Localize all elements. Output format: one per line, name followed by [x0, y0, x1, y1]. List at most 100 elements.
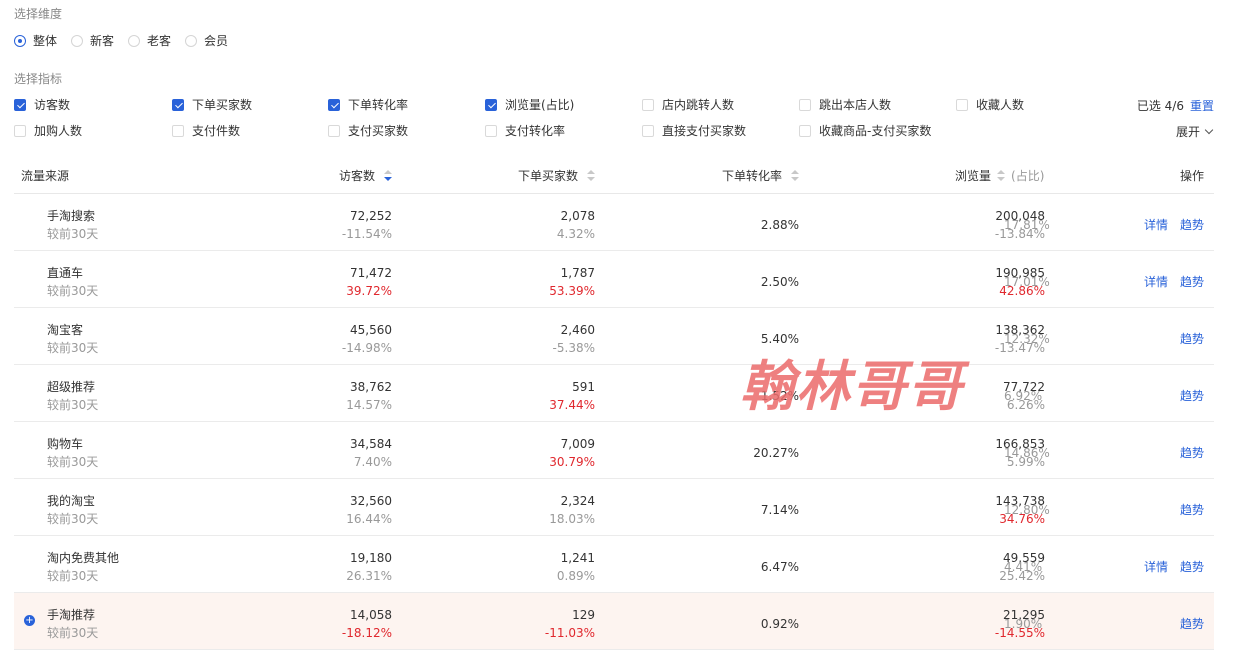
- header-visitors[interactable]: 访客数: [339, 167, 392, 184]
- buyers-change: -11.03%: [544, 626, 595, 640]
- detail-link[interactable]: 详情: [1144, 216, 1168, 233]
- radio-member[interactable]: 会员: [185, 32, 228, 49]
- expand-toggle[interactable]: 展开: [1176, 123, 1214, 140]
- sort-icon[interactable]: [997, 170, 1006, 182]
- source-cell: 购物车 较前30天: [47, 435, 98, 471]
- checkbox-empty-icon: [172, 124, 184, 137]
- source-cell: 直通车较前30天: [47, 264, 98, 300]
- buyers-value: 1,787: [560, 266, 595, 280]
- compare-label: 较前30天: [47, 626, 99, 640]
- checkbox-empty-icon: [799, 124, 811, 137]
- header-conversion[interactable]: 下单转化率: [722, 167, 799, 184]
- checkbox-label: 下单买家数: [192, 98, 253, 112]
- detail-link[interactable]: 详情: [1144, 273, 1168, 290]
- header-pageviews[interactable]: 浏览量 (占比): [955, 167, 1044, 184]
- detail-link[interactable]: 详情: [1144, 558, 1168, 575]
- visitors-value: 19,180: [350, 551, 392, 565]
- pageviews-share: 14.86%: [1004, 446, 1050, 460]
- indicator-checkbox[interactable]: 支付转化率: [485, 122, 565, 139]
- indicator-checkbox[interactable]: 店内跳转人数: [642, 96, 734, 113]
- radio-old-customer[interactable]: 老客: [128, 32, 171, 49]
- sort-icon[interactable]: [587, 170, 595, 182]
- checkbox-checked-icon: [172, 98, 184, 111]
- conversion-cell: 7.14%: [761, 501, 799, 519]
- source-cell: 淘内免费其他 较前30天: [47, 549, 119, 585]
- checkbox-empty-icon: [14, 124, 26, 137]
- table-header: 流量来源 访客数 下单买家数 下单转化率 浏览量 (占比) 操作: [14, 156, 1214, 194]
- sort-icon[interactable]: [791, 170, 799, 182]
- source-name: 超级推荐: [47, 380, 96, 394]
- indicator-checkbox[interactable]: 直接支付买家数: [642, 122, 746, 139]
- conversion-cell: 20.27%: [753, 444, 799, 462]
- reset-link[interactable]: 重置: [1190, 99, 1214, 113]
- header-pageviews-label: 浏览量: [955, 169, 992, 183]
- trend-link[interactable]: 趋势: [1180, 273, 1204, 290]
- source-cell: 我的淘宝 较前30天: [47, 492, 98, 528]
- pageviews-share: 1.90%: [1004, 617, 1043, 631]
- buyers-cell: 2,460 -5.38%: [553, 321, 595, 357]
- checkbox-label: 店内跳转人数: [662, 98, 735, 112]
- indicator-checkbox[interactable]: 加购人数: [14, 122, 82, 139]
- conversion-cell: 1.52%: [761, 387, 799, 405]
- checkbox-empty-icon: [956, 98, 968, 111]
- checkbox-label: 支付买家数: [348, 124, 409, 138]
- source-cell: 超级推荐较前30天: [47, 378, 98, 414]
- radio-circle-icon: [128, 34, 141, 47]
- buyers-cell: 591 37.44%: [549, 378, 595, 414]
- visitors-cell: 72,252 -11.54%: [342, 207, 392, 243]
- compare-label: 较前30天: [47, 398, 99, 412]
- indicator-checkbox[interactable]: 浏览量(占比): [485, 96, 574, 113]
- radio-new-customer[interactable]: 新客: [71, 32, 114, 49]
- source-name: 直通车: [47, 266, 84, 280]
- conversion-value: 1.52%: [760, 389, 799, 403]
- trend-link[interactable]: 趋势: [1180, 615, 1204, 632]
- conversion-cell: 5.40%: [761, 330, 799, 348]
- source-name: 淘宝客: [47, 323, 84, 337]
- buyers-value: 591: [572, 380, 595, 394]
- header-buyers[interactable]: 下单买家数: [518, 167, 595, 184]
- source-name: 购物车: [47, 437, 84, 451]
- radio-label: 老客: [147, 34, 172, 48]
- table-row: 淘内免费其他 较前30天 19,180 26.31% 1,241 0.89% 6.47% 49…: [14, 536, 1214, 593]
- plus-circle-icon[interactable]: +: [24, 615, 35, 626]
- indicator-checkbox[interactable]: 下单转化率: [328, 96, 408, 113]
- checkbox-empty-icon: [799, 98, 811, 111]
- trend-link[interactable]: 趋势: [1180, 501, 1204, 518]
- indicator-checkbox[interactable]: 访客数: [14, 96, 70, 113]
- checkbox-label: 支付转化率: [505, 124, 566, 138]
- visitors-change: 26.31%: [346, 569, 392, 583]
- compare-label: 较前30天: [47, 284, 99, 298]
- indicator-checkbox[interactable]: 收藏商品-支付买家数: [799, 122, 931, 139]
- conversion-cell: 6.47%: [761, 558, 799, 576]
- visitors-cell: 45,560 -14.98%: [342, 321, 392, 357]
- trend-link[interactable]: 趋势: [1180, 387, 1204, 404]
- indicator-checkbox[interactable]: 收藏人数: [956, 96, 1024, 113]
- conversion-cell: 2.50%: [761, 273, 799, 291]
- radio-overall[interactable]: 整体: [14, 32, 57, 49]
- checkbox-checked-icon: [14, 98, 26, 111]
- source-cell: 淘宝客 较前30天: [47, 321, 98, 357]
- visitors-value: 38,762: [350, 380, 392, 394]
- table-row: + 手淘推荐 较前30天 14,058 -18.12% 129 -11.03% 0.92% 21…: [14, 593, 1214, 650]
- indicator-checkbox[interactable]: 支付买家数: [328, 122, 408, 139]
- indicator-checkbox[interactable]: 支付件数: [172, 122, 240, 139]
- source-cell: 手淘搜索 较前30天: [47, 207, 98, 243]
- buyers-change: 4.32%: [556, 227, 595, 241]
- chevron-down-icon: [1204, 125, 1214, 134]
- header-actions: 操作: [1179, 169, 1204, 183]
- checkbox-empty-icon: [642, 98, 654, 111]
- trend-link[interactable]: 趋势: [1180, 444, 1204, 461]
- sort-icon[interactable]: [384, 170, 392, 182]
- trend-link[interactable]: 趋势: [1180, 330, 1204, 347]
- trend-link[interactable]: 趋势: [1180, 558, 1204, 575]
- buyers-cell: 2,324 18.03%: [549, 492, 595, 528]
- trend-link[interactable]: 趋势: [1180, 216, 1204, 233]
- visitors-cell: 38,762 14.57%: [346, 378, 392, 414]
- visitors-change: 39.72%: [346, 284, 392, 298]
- indicator-checkbox[interactable]: 下单买家数: [172, 96, 252, 113]
- checkbox-label: 直接支付买家数: [662, 124, 747, 138]
- table-row: 淘宝客 较前30天 45,560 -14.98% 2,460 -5.38% 5.40% 138…: [14, 308, 1214, 365]
- indicator-checkbox[interactable]: 跳出本店人数: [799, 96, 891, 113]
- checkbox-checked-icon: [485, 98, 497, 111]
- buyers-value: 2,078: [560, 209, 595, 223]
